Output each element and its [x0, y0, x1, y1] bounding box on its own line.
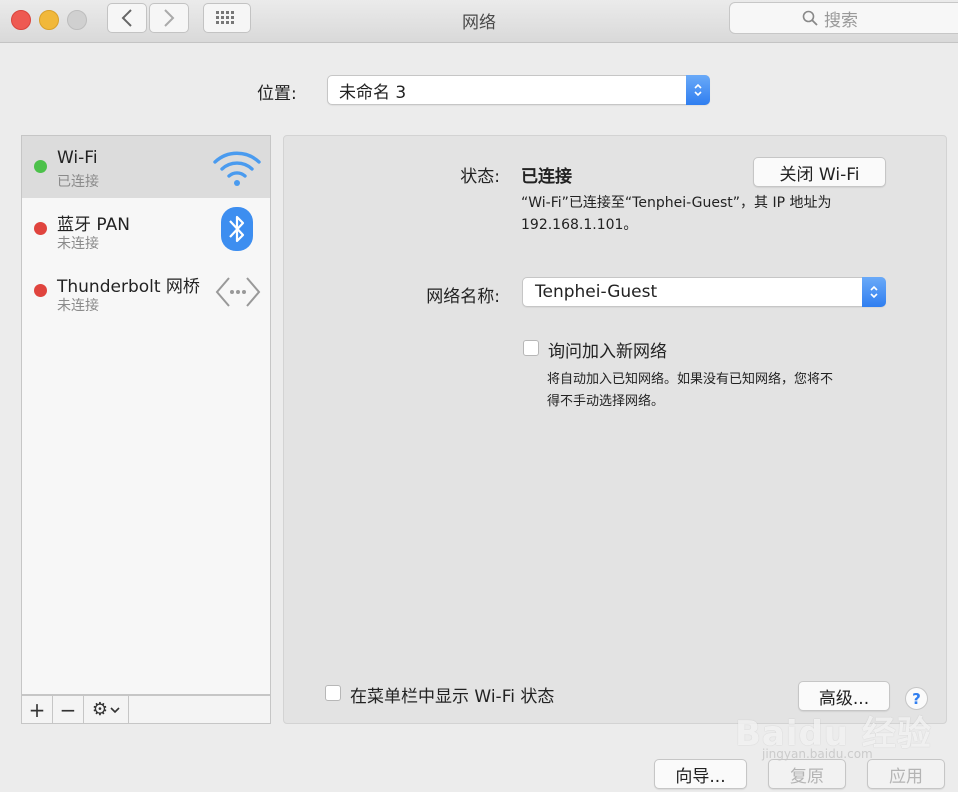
service-list[interactable]: Wi-Fi 已连接 蓝牙 PAN 未连接 Thunderbolt 网桥 未连接	[21, 135, 271, 695]
chevron-down-icon	[110, 706, 120, 713]
thunderbolt-bridge-icon	[215, 277, 261, 307]
service-toolbar: + − ⚙	[21, 695, 271, 724]
show-in-menubar-label: 在菜单栏中显示 Wi-Fi 状态	[350, 687, 555, 707]
popup-chevron-icon	[686, 75, 710, 105]
service-status: 未连接	[57, 236, 99, 252]
gear-icon: ⚙	[91, 699, 109, 720]
service-item-thunderbolt-bridge[interactable]: Thunderbolt 网桥 未连接	[22, 260, 270, 322]
ask-join-label: 询问加入新网络	[548, 342, 667, 362]
show-in-menubar-checkbox[interactable]	[325, 685, 341, 701]
service-status: 已连接	[57, 174, 99, 190]
popup-chevron-icon	[862, 277, 886, 307]
chevron-left-icon	[121, 9, 132, 27]
minimize-window-button[interactable]	[39, 10, 59, 30]
location-popup[interactable]: 未命名 3	[327, 75, 710, 105]
service-name: 蓝牙 PAN	[57, 215, 130, 235]
grid-icon	[216, 11, 234, 24]
apply-button[interactable]: 应用	[867, 759, 945, 789]
turn-off-wifi-button[interactable]: 关闭 Wi-Fi	[753, 157, 886, 187]
zoom-window-button[interactable]	[67, 10, 87, 30]
status-description: “Wi-Fi”已连接至“Tenphei-Guest”，其 IP 地址为 192.…	[521, 195, 832, 233]
network-name-label: 网络名称:	[426, 287, 500, 307]
location-label: 位置:	[257, 84, 297, 104]
wifi-icon	[213, 151, 261, 186]
service-name: Wi-Fi	[57, 148, 98, 168]
ask-join-checkbox[interactable]	[523, 340, 539, 356]
revert-button[interactable]: 复原	[768, 759, 846, 789]
network-name-popup[interactable]: Tenphei-Guest	[522, 277, 886, 307]
assist-button[interactable]: 向导...	[654, 759, 747, 789]
status-value: 已连接	[521, 167, 572, 187]
forward-button[interactable]	[149, 3, 189, 33]
show-all-button[interactable]	[203, 3, 251, 33]
service-item-wifi[interactable]: Wi-Fi 已连接	[22, 136, 270, 198]
status-dot	[34, 222, 47, 235]
title-bar: 网络 搜索	[0, 0, 958, 43]
close-window-button[interactable]	[11, 10, 31, 30]
back-button[interactable]	[107, 3, 147, 33]
service-status: 未连接	[57, 298, 99, 314]
service-actions-button[interactable]: ⚙	[84, 696, 129, 723]
search-placeholder: 搜索	[824, 10, 858, 31]
network-name-value: Tenphei-Guest	[535, 282, 658, 302]
baidu-watermark-url: jingyan.baidu.com	[762, 747, 873, 761]
ask-join-description: 将自动加入已知网络。如果没有已知网络，您将不 得不手动选择网络。	[547, 372, 834, 409]
add-service-button[interactable]: +	[22, 696, 53, 723]
search-field[interactable]: 搜索	[729, 2, 958, 34]
service-name: Thunderbolt 网桥	[57, 277, 200, 297]
search-icon	[802, 10, 818, 26]
chevron-right-icon	[164, 9, 175, 27]
location-value: 未命名 3	[339, 82, 407, 103]
remove-service-button[interactable]: −	[53, 696, 84, 723]
bluetooth-icon	[221, 207, 253, 251]
status-dot	[34, 284, 47, 297]
status-dot	[34, 160, 47, 173]
status-label: 状态:	[460, 167, 500, 187]
service-item-bluetooth-pan[interactable]: 蓝牙 PAN 未连接	[22, 198, 270, 260]
